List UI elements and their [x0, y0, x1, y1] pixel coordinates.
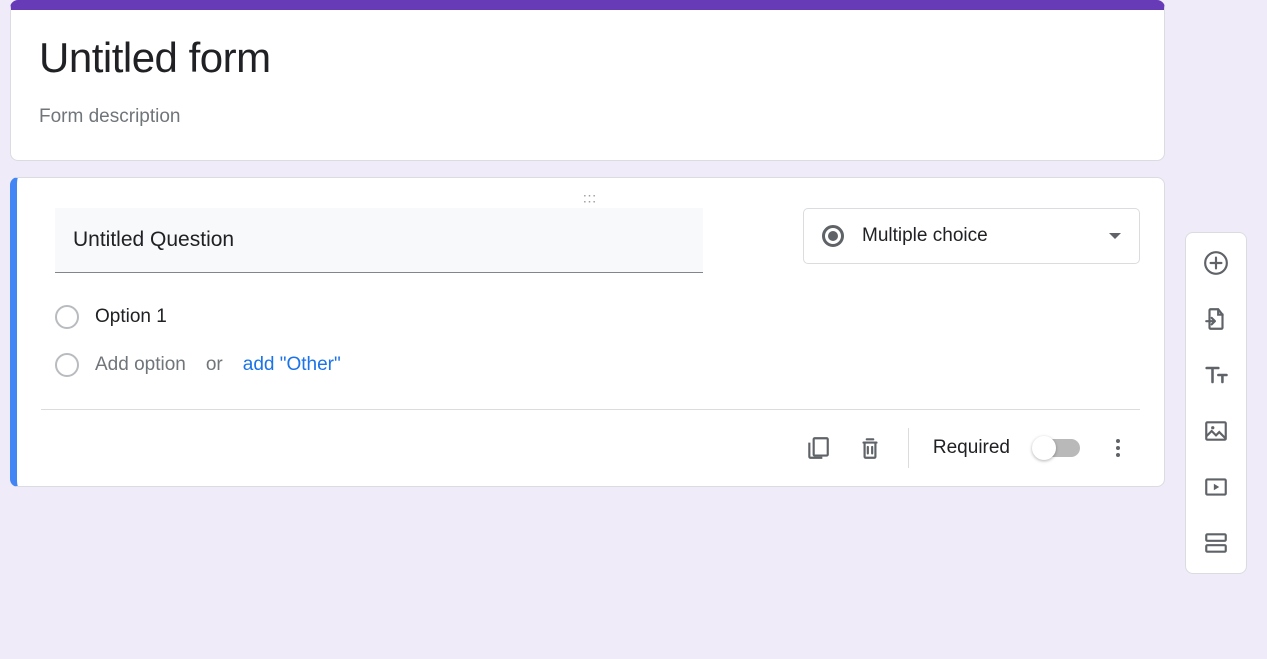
add-option-button[interactable]: Add option — [95, 354, 186, 376]
side-toolbar — [1185, 232, 1247, 574]
add-other-button[interactable]: add "Other" — [243, 354, 341, 376]
required-toggle[interactable] — [1034, 439, 1080, 457]
option-row: Option 1 — [55, 293, 1126, 341]
plus-circle-icon — [1203, 250, 1229, 276]
radio-icon — [822, 225, 844, 247]
separator — [908, 428, 909, 468]
required-label: Required — [933, 437, 1010, 459]
import-icon — [1203, 306, 1229, 332]
add-option-row: Add option or add "Other" — [55, 341, 1126, 389]
more-options-button[interactable] — [1104, 434, 1132, 462]
drag-handle-icon[interactable]: ⋯⋯ — [41, 186, 1140, 208]
add-title-button[interactable] — [1198, 357, 1234, 393]
chevron-down-icon — [1109, 233, 1121, 239]
radio-empty-icon — [55, 305, 79, 329]
import-questions-button[interactable] — [1198, 301, 1234, 337]
text-icon — [1202, 361, 1230, 389]
duplicate-button[interactable] — [804, 434, 832, 462]
add-image-button[interactable] — [1198, 413, 1234, 449]
or-text: or — [206, 354, 223, 376]
copy-icon — [805, 435, 831, 461]
video-icon — [1203, 474, 1229, 500]
trash-icon — [857, 435, 883, 461]
question-type-dropdown[interactable]: Multiple choice — [803, 208, 1140, 264]
form-description[interactable]: Form description — [39, 106, 1136, 128]
option-label[interactable]: Option 1 — [95, 306, 167, 328]
form-header-card: Untitled form Form description — [10, 0, 1165, 161]
add-video-button[interactable] — [1198, 469, 1234, 505]
add-section-button[interactable] — [1198, 525, 1234, 561]
question-card: ⋯⋯ Multiple choice — [10, 177, 1165, 487]
question-type-label: Multiple choice — [862, 225, 1091, 247]
image-icon — [1203, 418, 1229, 444]
form-title[interactable]: Untitled form — [39, 34, 1136, 82]
section-icon — [1203, 530, 1229, 556]
delete-button[interactable] — [856, 434, 884, 462]
more-vert-icon — [1106, 436, 1130, 460]
question-title-input[interactable] — [55, 208, 703, 273]
add-question-button[interactable] — [1198, 245, 1234, 281]
radio-empty-icon — [55, 353, 79, 377]
